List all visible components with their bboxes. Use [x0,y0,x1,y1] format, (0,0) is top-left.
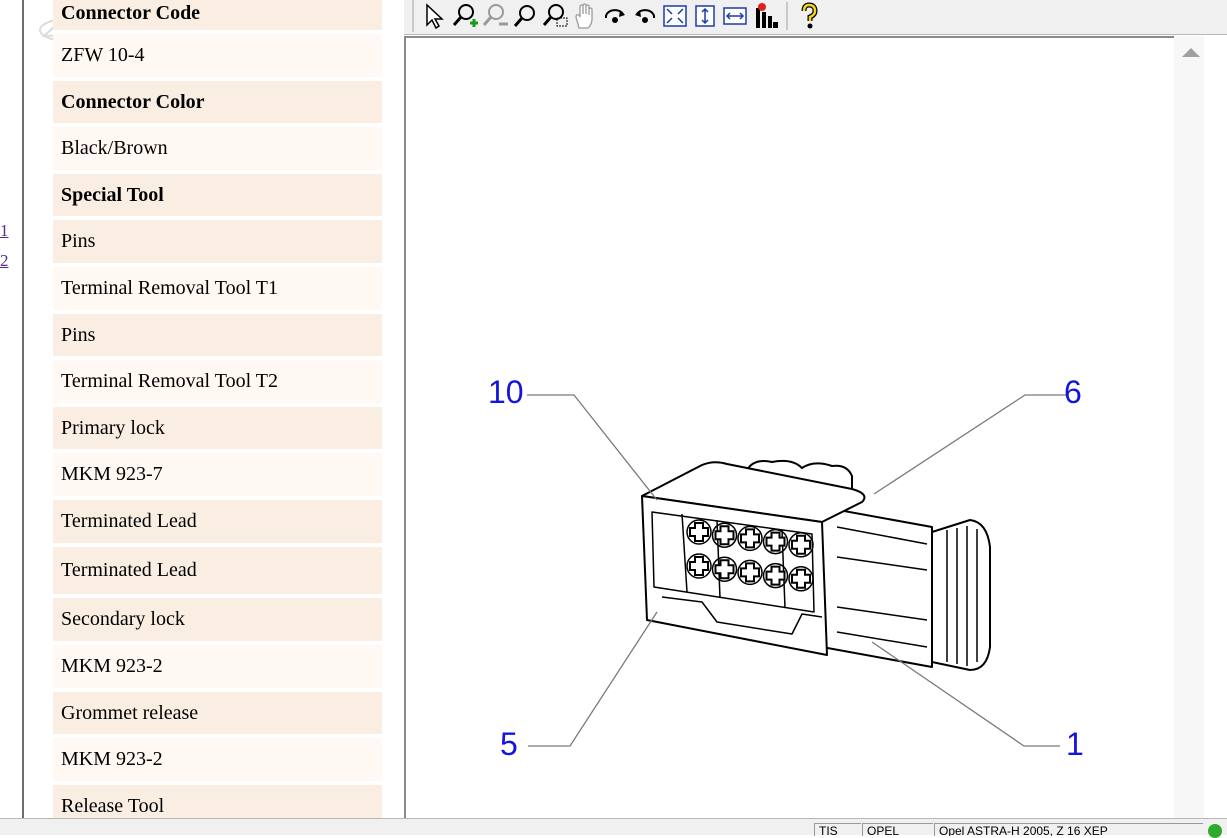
row-value: Release Tool [61,794,165,817]
panel-separator [382,0,404,818]
pan-hand-icon[interactable] [570,1,600,31]
table-row: Terminated Lead [53,500,382,547]
row-value: Black/Brown [61,137,168,159]
row-label: Connector Code [61,1,201,24]
help-icon[interactable] [794,1,824,31]
zoom-area-icon[interactable] [540,1,570,31]
page-link-1[interactable]: 1 [0,216,22,246]
table-row: Secondary lock [53,598,382,645]
table-row: MKM 923-2 [53,645,382,692]
toolbar-separator [786,2,788,30]
status-bar: TIS OPEL Opel ASTRA-H 2005, Z 16 XEP [0,818,1227,838]
row-value: MKM 923-2 [61,748,163,770]
fit-height-icon[interactable] [690,1,720,31]
layers-icon[interactable] [750,1,780,31]
connector-diagram [527,394,1067,747]
row-value: Terminal Removal Tool T2 [61,370,278,392]
table-row: Grommet release [53,692,382,738]
row-value: Terminated Lead [61,510,197,532]
vertical-scrollbar[interactable] [1174,36,1204,818]
row-value: Pins [61,323,96,346]
row-value: MKM 923-7 [61,463,163,485]
row-value: Terminal Removal Tool T1 [61,277,278,299]
row-value: Secondary lock [61,608,185,630]
callout-10: 10 [488,374,524,410]
row-value: MKM 923-2 [61,655,163,677]
row-value: Grommet release [61,701,199,724]
table-row: Black/Brown [53,127,382,174]
status-brand: OPEL [862,823,933,836]
table-row: Terminal Removal Tool T2 [53,360,382,407]
viewer-toolbar [404,0,1227,35]
status-vehicle: Opel ASTRA-H 2005, Z 16 XEP [934,823,1203,836]
rotate-clockwise-icon[interactable] [600,1,630,31]
row-value: Pins [61,230,96,252]
status-ok-icon [1208,824,1222,838]
table-row: Special Tool [53,174,382,220]
table-row: ZFW 10-4 [53,34,382,81]
fit-width-icon[interactable] [720,1,750,31]
left-nav-strip: 1 2 [0,0,109,818]
diagram-viewer[interactable]: 10 6 5 1 [404,36,1174,818]
rotate-counterclockwise-icon[interactable] [630,1,660,31]
table-row: Pins [53,220,382,267]
table-row: Terminated Lead [53,547,382,598]
table-row: MKM 923-7 [53,453,382,500]
row-value: Primary lock [61,416,165,439]
connector-info-table: Connector Code ZFW 10-4 Connector Color … [53,0,382,818]
table-row: Release Tool [53,785,382,818]
scroll-up-arrow-icon[interactable] [1182,48,1200,57]
table-row: MKM 923-2 [53,738,382,785]
row-label: Connector Color [61,90,205,113]
fit-window-icon[interactable] [660,1,690,31]
page-link-2[interactable]: 2 [0,246,22,276]
page-links: 1 2 [0,216,22,276]
zoom-icon[interactable] [510,1,540,31]
toolbar-tools [412,0,824,32]
table-row: Primary lock [53,407,382,453]
status-app: TIS [814,823,861,836]
zoom-out-icon[interactable] [480,1,510,31]
callout-5: 5 [500,726,518,762]
table-row: Connector Code [53,0,382,34]
row-value: Terminated Lead [61,559,197,581]
table-row: Connector Color [53,81,382,127]
callout-1: 1 [1066,726,1084,762]
row-label: Special Tool [61,183,164,206]
callout-6: 6 [1064,374,1082,410]
row-value: ZFW 10-4 [61,44,145,66]
zoom-in-icon[interactable] [450,1,480,31]
table-row: Pins [53,314,382,360]
select-arrow-icon[interactable] [420,1,450,31]
table-row: Terminal Removal Tool T1 [53,267,382,314]
